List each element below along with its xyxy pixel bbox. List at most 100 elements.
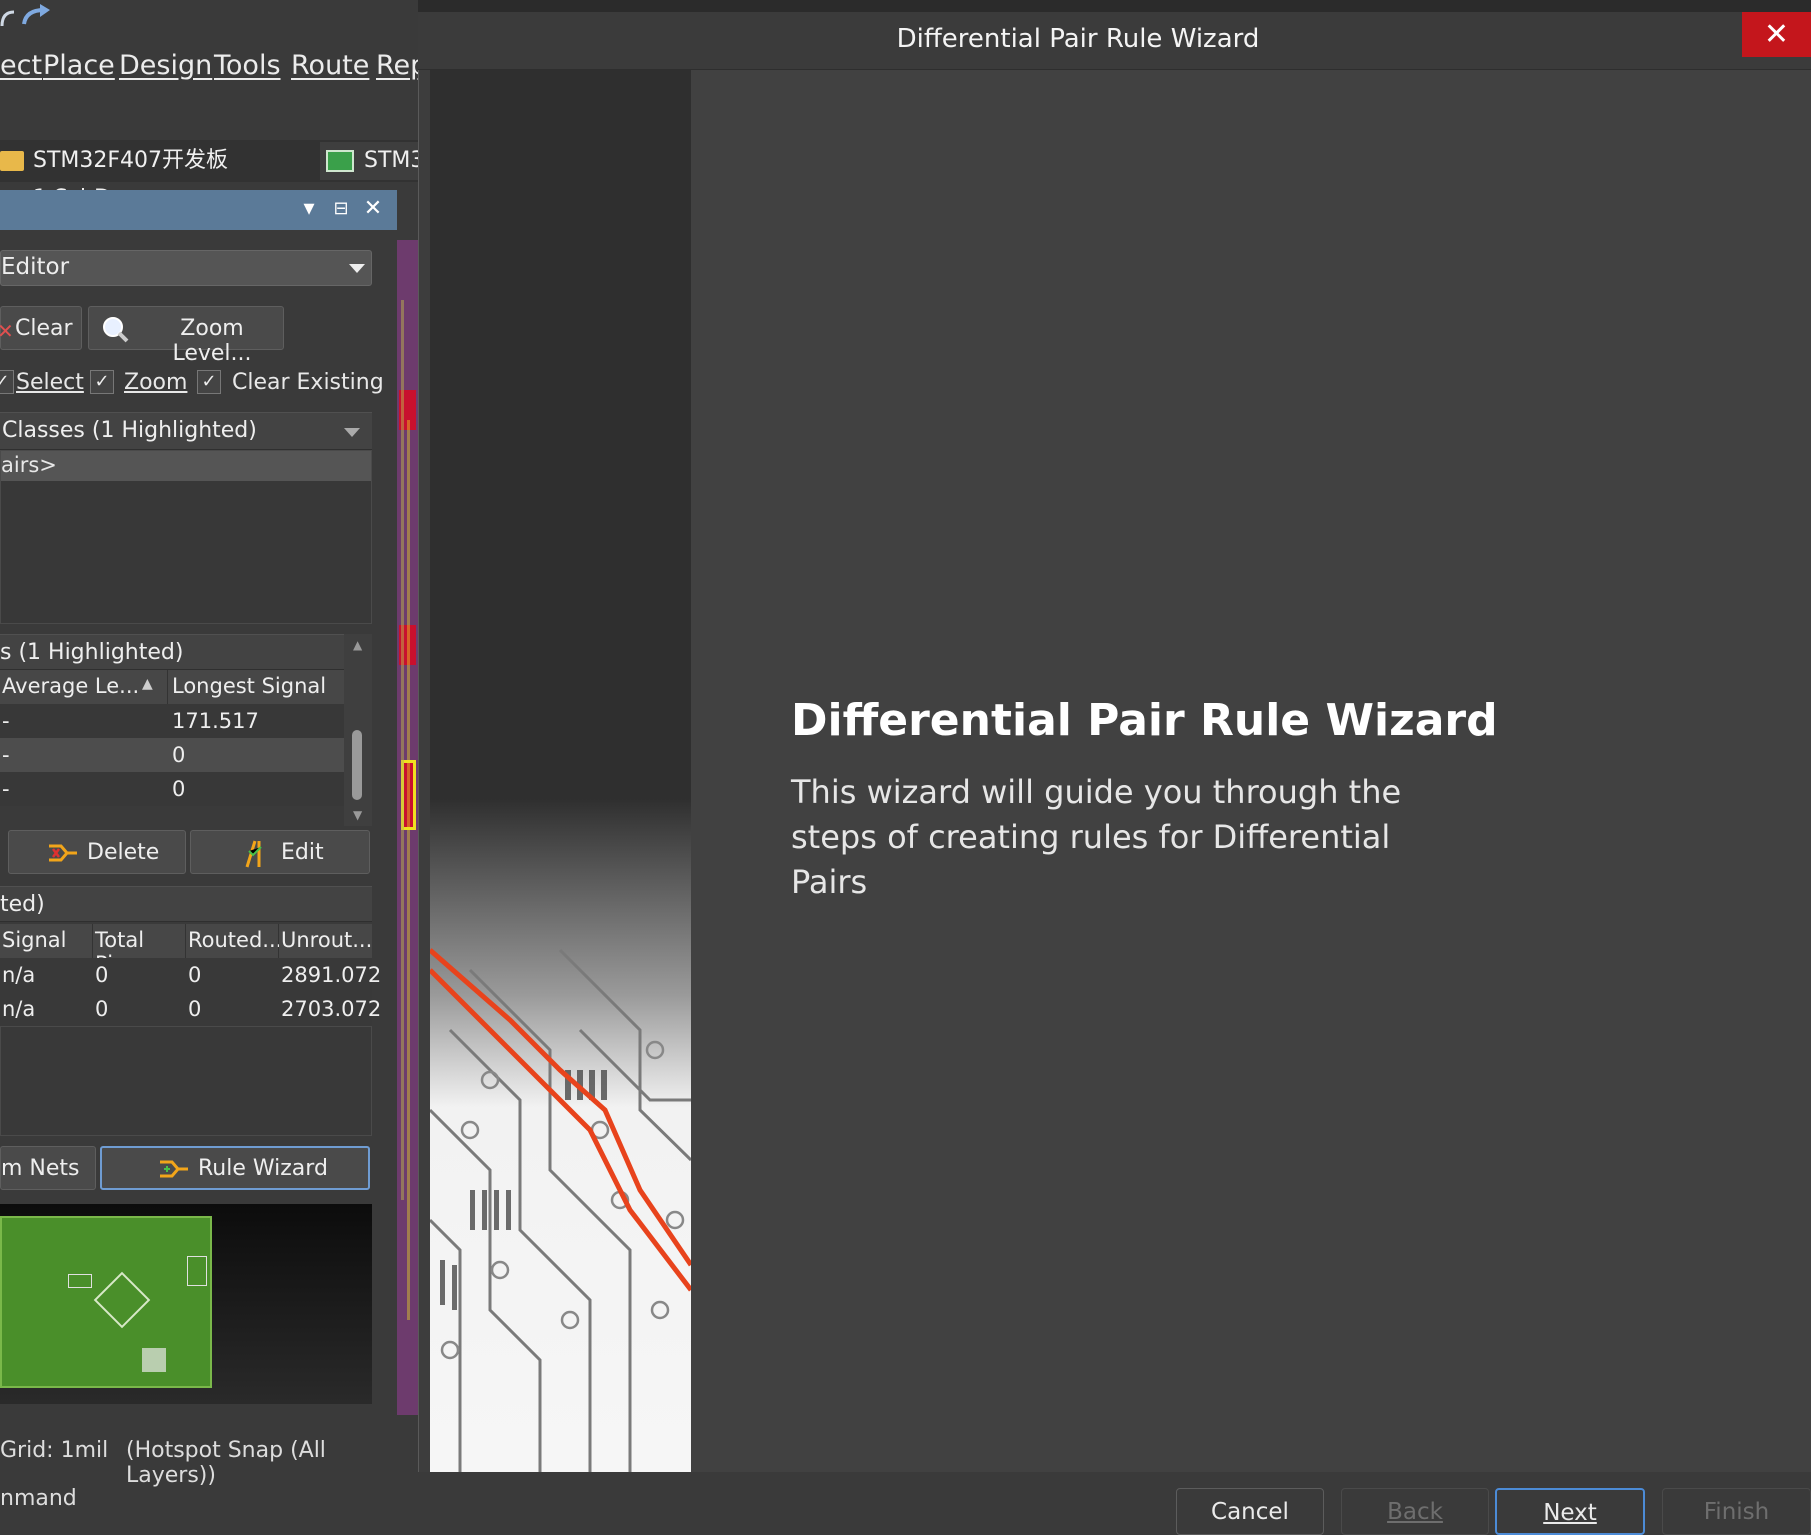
table-cell: 171.517	[172, 709, 259, 733]
back-button-label: Back	[1387, 1499, 1443, 1525]
pairs-scrollbar[interactable]: ▲ ▼	[344, 634, 372, 826]
close-button[interactable]: ✕	[1742, 12, 1811, 57]
table-cell: 2891.072	[281, 963, 382, 987]
table-cell: 0	[95, 997, 109, 1021]
column-label: Routed...	[188, 928, 283, 952]
column-header-average-length[interactable]: Average Le... ▲	[0, 670, 168, 704]
editor-dropdown-value: Editor	[1, 254, 70, 280]
delete-button-label: Delete	[87, 840, 160, 865]
clear-existing-checkbox[interactable]: ✓	[197, 370, 221, 394]
from-nets-label: m Nets	[1, 1156, 80, 1181]
table-row[interactable]: - 0	[0, 738, 344, 772]
scroll-up-icon[interactable]: ▲	[353, 638, 362, 652]
rule-wizard-icon	[160, 1160, 188, 1178]
column-header-routed[interactable]: Routed...	[186, 924, 283, 958]
table-cell: 0	[188, 963, 202, 987]
zoom-checkbox[interactable]: ✓	[90, 370, 114, 394]
table-row[interactable]: n/a 0 0 2891.072	[0, 958, 381, 992]
column-header-longest-signal[interactable]: Longest Signal ...	[168, 670, 344, 722]
menu-route[interactable]: Route	[291, 50, 369, 81]
clear-existing-label: Clear Existing	[232, 370, 384, 395]
tab-schdoc[interactable]: STM32F407开发板1.SchDoc	[0, 142, 312, 211]
select-checkbox[interactable]: ✓	[0, 370, 14, 394]
tab-pcbdoc[interactable]: STM3	[320, 142, 418, 180]
scroll-down-icon[interactable]: ▼	[353, 808, 362, 822]
table-row[interactable]: - 0	[0, 772, 344, 806]
board-preview[interactable]	[0, 1204, 372, 1404]
menu-tools[interactable]: Tools	[214, 50, 281, 81]
table-cell: n/a	[2, 997, 36, 1021]
nets-list-empty-area	[0, 1026, 372, 1136]
tab-pcbdoc-label: STM3	[364, 148, 418, 173]
nets-section-header[interactable]: ted)	[0, 886, 372, 922]
menu-place[interactable]: Place	[43, 50, 115, 81]
wizard-heading: Differential Pair Rule Wizard	[791, 695, 1498, 746]
editor-dropdown[interactable]: Editor	[0, 250, 372, 286]
table-cell: 2703.072	[281, 997, 382, 1021]
rule-wizard-button[interactable]: Rule Wizard	[100, 1146, 370, 1190]
edit-button[interactable]: Edit	[190, 830, 370, 874]
undo-icon[interactable]	[0, 6, 20, 30]
back-button[interactable]: Back	[1341, 1488, 1489, 1535]
menu-project[interactable]: ect	[0, 50, 42, 81]
classes-header-label: Classes (1 Highlighted)	[2, 418, 257, 443]
table-row[interactable]: n/a 0 0 2703.072	[0, 992, 381, 1026]
chip-outline	[93, 1271, 151, 1329]
table-cell: -	[2, 743, 10, 767]
next-button[interactable]: Next	[1495, 1488, 1645, 1535]
command-status: nmand	[0, 1486, 77, 1511]
pcb-doc-icon	[326, 150, 354, 172]
connector-outline	[187, 1256, 207, 1286]
magnifier-icon	[103, 317, 129, 343]
pcb-trace	[401, 300, 404, 1200]
table-cell: 0	[95, 963, 109, 987]
wizard-side-image	[430, 70, 691, 1472]
component-outline	[68, 1274, 92, 1288]
column-label: Average Le...	[2, 674, 140, 698]
table-cell: n/a	[2, 963, 36, 987]
column-label: Unrout...	[281, 928, 373, 952]
list-item[interactable]: airs>	[1, 451, 371, 481]
classes-list: airs>	[0, 450, 372, 624]
circuit-board-illustration	[430, 70, 691, 1472]
table-cell: -	[2, 777, 10, 801]
delete-button[interactable]: Delete	[8, 830, 186, 874]
delete-pair-icon	[49, 844, 77, 862]
table-row[interactable]: - 171.517	[0, 704, 344, 738]
pcb-thumbnail	[0, 1216, 212, 1388]
scroll-thumb[interactable]	[352, 730, 362, 800]
column-header-unrouted[interactable]: Unrout...	[279, 924, 372, 958]
redo-icon[interactable]	[20, 2, 54, 28]
classes-section-header[interactable]: Classes (1 Highlighted)	[0, 412, 372, 450]
class-item-label: airs>	[1, 453, 57, 477]
panel-menu-icon[interactable]: ▾	[298, 196, 320, 222]
pcb-canvas-edge	[397, 240, 418, 1415]
zoom-level-button[interactable]: Zoom Level...	[88, 306, 284, 366]
panel-pin-icon[interactable]: ⊟	[330, 196, 352, 222]
from-nets-button[interactable]: m Nets	[0, 1146, 96, 1190]
nets-header-label: ted)	[0, 892, 45, 917]
panel-close-icon[interactable]: ✕	[362, 196, 384, 222]
pcb-trace	[407, 420, 410, 1320]
clear-button[interactable]: ✕ Clear	[0, 306, 82, 350]
pairs-header-label: s (1 Highlighted)	[0, 640, 184, 665]
rule-wizard-label: Rule Wizard	[198, 1156, 328, 1181]
status-bar-grid: Grid: 1mil (Hotspot Snap (All Layers))	[0, 1430, 418, 1488]
table-cell: 0	[188, 997, 202, 1021]
finish-button-label: Finish	[1703, 1499, 1770, 1525]
next-button-label: Next	[1543, 1500, 1597, 1526]
edit-pair-icon	[245, 840, 262, 868]
finish-button[interactable]: Finish	[1662, 1488, 1811, 1535]
cancel-button[interactable]: Cancel	[1176, 1488, 1324, 1535]
sort-ascending-icon: ▲	[142, 676, 153, 692]
schematic-doc-icon	[0, 151, 24, 171]
clear-x-icon: ✕	[0, 319, 14, 343]
menu-design[interactable]: Design	[119, 50, 212, 81]
pairs-section-header[interactable]: s (1 Highlighted)	[0, 634, 344, 670]
column-header-signal[interactable]: Signal ...	[0, 924, 93, 976]
zoom-level-label: Zoom Level...	[172, 316, 252, 366]
clear-button-label: Clear	[15, 316, 73, 341]
wizard-description: This wizard will guide you through the s…	[791, 773, 1402, 901]
column-header-total-pins[interactable]: Total Pi...	[93, 924, 186, 976]
table-cell: 0	[172, 743, 186, 767]
